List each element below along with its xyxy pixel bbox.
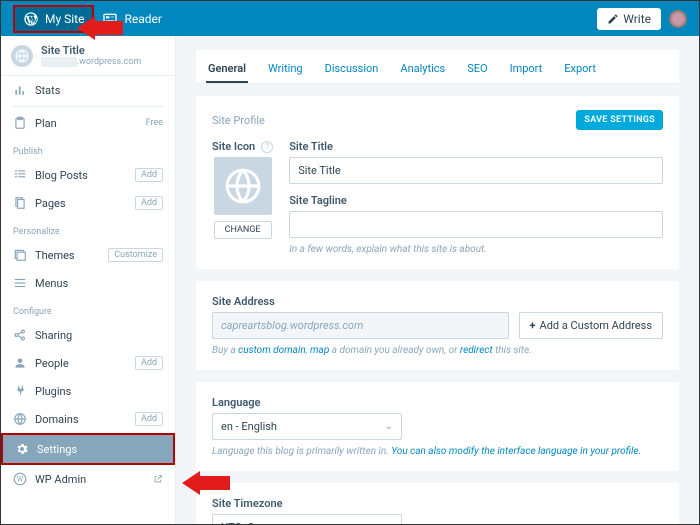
add-badge[interactable]: Add (135, 412, 163, 426)
address-hint: Buy a custom domain, map a domain you al… (212, 345, 663, 356)
avatar[interactable] (669, 10, 687, 28)
sidebar-plan[interactable]: Plan Free (1, 109, 175, 137)
language-card: Language en - English⌄ Language this blo… (196, 382, 679, 471)
tab-analytics[interactable]: Analytics (398, 56, 447, 83)
content: General Writing Discussion Analytics SEO… (176, 36, 699, 524)
section-personalize: Personalize (1, 217, 175, 241)
site-profile-heading: Site Profile (212, 114, 265, 127)
sidebar-sharing[interactable]: Sharing (1, 321, 175, 349)
interface-lang-link[interactable]: You can also modify the interface langua… (391, 446, 641, 457)
timezone-card: Site Timezone UTC+0⌄ Choose a city in yo… (196, 483, 679, 524)
site-address-card: Site Address +Add a Custom Address Buy a… (196, 281, 679, 370)
sidebar-menus[interactable]: Menus (1, 269, 175, 297)
stats-icon (13, 83, 27, 97)
map-domain-link[interactable]: map (310, 345, 329, 356)
sidebar-settings[interactable]: Settings (1, 433, 175, 465)
tab-general[interactable]: General (206, 56, 248, 83)
settings-icon (15, 442, 29, 456)
site-address-label: Site Address (212, 295, 663, 308)
tab-writing[interactable]: Writing (266, 56, 305, 83)
customize-badge[interactable]: Customize (108, 248, 163, 262)
tagline-hint: In a few words, explain what this site i… (289, 244, 663, 255)
add-custom-address-button[interactable]: +Add a Custom Address (519, 312, 663, 339)
add-badge[interactable]: Add (135, 168, 163, 182)
sidebar-plugins[interactable]: Plugins (1, 377, 175, 405)
site-header[interactable]: Site Title xxxxxxxx.wordpress.com (1, 36, 175, 76)
write-button[interactable]: Write (597, 8, 661, 30)
site-tagline-input[interactable] (289, 211, 663, 238)
site-address-input[interactable] (212, 312, 509, 339)
chevron-down-icon: ⌄ (385, 522, 393, 524)
tab-export[interactable]: Export (562, 56, 598, 83)
site-icon-small (11, 45, 33, 67)
section-publish: Publish (1, 137, 175, 161)
sidebar-pages[interactable]: Pages Add (1, 189, 175, 217)
site-info: Site Title xxxxxxxx.wordpress.com (41, 44, 141, 67)
tabs: General Writing Discussion Analytics SEO… (196, 50, 679, 84)
topbar-right: Write (597, 8, 687, 30)
sidebar-people[interactable]: People Add (1, 349, 175, 377)
topbar-left: My Site Reader (13, 5, 170, 33)
timezone-label: Site Timezone (212, 497, 663, 510)
site-profile-card: Site Profile SAVE SETTINGS Site Icon? CH… (196, 96, 679, 269)
site-title: Site Title (41, 44, 141, 57)
menus-icon (13, 276, 27, 290)
site-title-label: Site Title (289, 140, 663, 153)
svg-text:W: W (17, 475, 24, 483)
tab-import[interactable]: Import (508, 56, 545, 83)
sidebar-stats[interactable]: Stats (1, 76, 175, 104)
add-badge[interactable]: Add (135, 196, 163, 210)
themes-icon (13, 248, 27, 262)
sharing-icon (13, 328, 27, 342)
posts-icon (13, 168, 27, 182)
sidebar: Site Title xxxxxxxx.wordpress.com Stats … (1, 36, 176, 524)
site-title-input[interactable] (289, 157, 663, 184)
save-settings-button[interactable]: SAVE SETTINGS (576, 110, 663, 130)
add-badge[interactable]: Add (135, 356, 163, 370)
language-hint: Language this blog is primarily written … (212, 446, 663, 457)
language-label: Language (212, 396, 663, 409)
site-icon-preview (214, 157, 272, 215)
nav-reader[interactable]: Reader (94, 7, 169, 31)
nav-my-site[interactable]: My Site (13, 5, 94, 33)
sidebar-domains[interactable]: Domains Add (1, 405, 175, 433)
site-icon-label: Site Icon? (212, 140, 273, 153)
timezone-select[interactable]: UTC+0⌄ (212, 514, 402, 524)
tab-seo[interactable]: SEO (465, 56, 489, 83)
people-icon (13, 356, 27, 370)
section-configure: Configure (1, 297, 175, 321)
plan-icon (13, 116, 27, 130)
pencil-icon (607, 13, 619, 25)
domains-icon (13, 412, 27, 426)
wordpress-icon: W (13, 472, 27, 486)
sidebar-themes[interactable]: Themes Customize (1, 241, 175, 269)
sidebar-wp-admin[interactable]: WWP Admin (1, 465, 175, 493)
sidebar-blog-posts[interactable]: Blog Posts Add (1, 161, 175, 189)
chevron-down-icon: ⌄ (385, 421, 393, 432)
pages-icon (13, 196, 27, 210)
change-icon-button[interactable]: CHANGE (214, 221, 272, 239)
custom-domain-link[interactable]: custom domain (238, 345, 306, 356)
help-icon[interactable]: ? (261, 141, 273, 153)
site-tagline-label: Site Tagline (289, 194, 663, 207)
external-icon (153, 474, 163, 484)
reader-icon (102, 11, 118, 27)
redirect-link[interactable]: redirect (460, 345, 493, 356)
tab-discussion[interactable]: Discussion (323, 56, 381, 83)
plugins-icon (13, 384, 27, 398)
language-select[interactable]: en - English⌄ (212, 413, 402, 440)
wordpress-icon (23, 11, 39, 27)
topbar: My Site Reader Write (1, 1, 699, 36)
